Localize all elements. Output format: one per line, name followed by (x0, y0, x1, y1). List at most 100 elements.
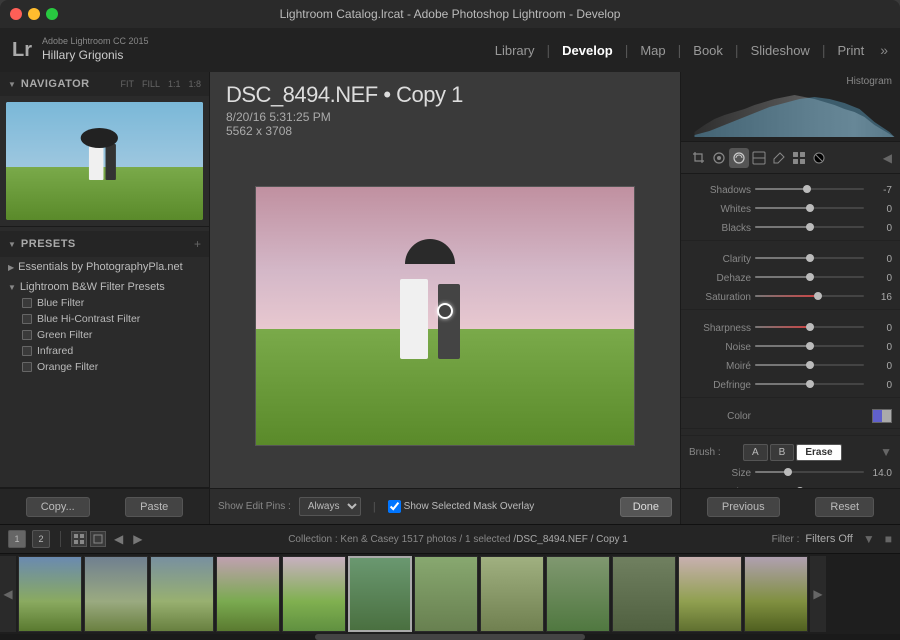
crop-tool-icon[interactable] (689, 148, 709, 168)
navigator-fit[interactable]: FIT (120, 79, 134, 89)
page-1-button[interactable]: 1 (8, 530, 26, 548)
nav-develop[interactable]: Develop (550, 39, 625, 62)
filmstrip-thumb-8[interactable] (480, 556, 544, 632)
brush-b-button[interactable]: B (770, 444, 795, 461)
gradient-tool-icon[interactable] (749, 148, 769, 168)
filmstrip-thumb-12[interactable] (744, 556, 808, 632)
preset-item-infrared[interactable]: Infrared (0, 343, 209, 359)
defringe-label: Defringe (689, 380, 751, 391)
navigator-title: Navigator (21, 78, 121, 90)
navigator-fill[interactable]: FILL (142, 79, 160, 89)
scrollbar-track (0, 634, 900, 640)
preset-item-blue-hi[interactable]: Blue Hi-Contrast Filter (0, 311, 209, 327)
filmstrip-thumb-11[interactable] (678, 556, 742, 632)
filter-arrow-icon[interactable]: ▼ (863, 532, 875, 546)
nav-library[interactable]: Library (483, 39, 547, 62)
color-patch[interactable] (872, 409, 892, 423)
preset-icon-infrared (22, 346, 32, 356)
filmstrip-thumb-1[interactable] (18, 556, 82, 632)
preset-item-blue[interactable]: Blue Filter (0, 295, 209, 311)
image-viewport[interactable] (210, 144, 680, 488)
redeye-tool-icon[interactable] (729, 148, 749, 168)
filmstrip-thumb-9[interactable] (546, 556, 610, 632)
app-name: Adobe Lightroom CC 2015 (42, 36, 149, 48)
preset-group-essentials-header[interactable]: ▶ Essentials by PhotographyPla.net (0, 259, 209, 275)
color-tool-icon[interactable] (789, 148, 809, 168)
whites-slider[interactable] (755, 207, 864, 211)
preset-item-orange[interactable]: Orange Filter (0, 359, 209, 375)
filmstrip-thumb-7[interactable] (414, 556, 478, 632)
clarity-slider[interactable] (755, 257, 864, 261)
filmstrip-next-arrow[interactable]: ▶ (131, 532, 144, 546)
image-info: DSC_8494.NEF • Copy 1 8/20/16 5:31:25 PM… (210, 72, 680, 144)
loupe-view-icon[interactable] (90, 531, 106, 547)
filmstrip-thumb-3[interactable] (150, 556, 214, 632)
filmstrip-thumb-4[interactable] (216, 556, 280, 632)
nav-map[interactable]: Map (628, 39, 677, 62)
none-tool-icon[interactable] (809, 148, 829, 168)
dehaze-slider[interactable] (755, 276, 864, 280)
close-button[interactable] (10, 8, 22, 20)
grid-view-icon[interactable] (71, 531, 87, 547)
clarity-row: Clarity 0 (689, 250, 892, 268)
filmstrip-settings-icon[interactable]: ■ (885, 532, 892, 546)
defringe-row: Defringe 0 (689, 376, 892, 394)
dehaze-value: 0 (868, 273, 892, 284)
spot-heal-icon[interactable] (709, 148, 729, 168)
moire-slider[interactable] (755, 364, 864, 368)
nav-book[interactable]: Book (681, 39, 735, 62)
page-2-button[interactable]: 2 (32, 530, 50, 548)
brush-erase-button[interactable]: Erase (796, 444, 841, 461)
edit-pins-select[interactable]: Always (299, 497, 361, 516)
brush-size-slider[interactable] (755, 471, 864, 475)
maximize-button[interactable] (46, 8, 58, 20)
moire-label: Moiré (689, 361, 751, 372)
preset-icon-blue (22, 298, 32, 308)
reset-button[interactable]: Reset (815, 497, 874, 517)
sharpness-slider[interactable] (755, 326, 864, 330)
noise-slider[interactable] (755, 345, 864, 349)
navigator-1to1[interactable]: 1:1 (168, 79, 181, 89)
show-mask-input[interactable] (388, 500, 401, 513)
show-mask-checkbox[interactable]: Show Selected Mask Overlay (388, 500, 535, 513)
filter-value[interactable]: Filters Off (805, 533, 852, 545)
brush-a-button[interactable]: A (743, 444, 768, 461)
minimize-button[interactable] (28, 8, 40, 20)
filmstrip-thumb-5[interactable] (282, 556, 346, 632)
preset-item-green[interactable]: Green Filter (0, 327, 209, 343)
navigator-thumbnail[interactable] (0, 96, 209, 226)
presets-header[interactable]: ▼ Presets + (0, 231, 209, 257)
filmstrip-thumb-2[interactable] (84, 556, 148, 632)
image-path[interactable]: /DSC_8494.NEF / Copy 1 (513, 534, 628, 545)
defringe-slider[interactable] (755, 383, 864, 387)
sharpness-value: 0 (868, 323, 892, 334)
done-button[interactable]: Done (620, 497, 672, 517)
shadows-slider[interactable] (755, 188, 864, 192)
navigator-ratio[interactable]: 1:8 (188, 79, 201, 89)
filmstrip-left-arrow[interactable]: ◀ (0, 556, 16, 632)
filmstrip-prev-arrow[interactable]: ◀ (112, 532, 125, 546)
presence-adjustments: Clarity 0 Dehaze (681, 247, 900, 310)
saturation-slider[interactable] (755, 295, 864, 299)
nav-print[interactable]: Print (825, 39, 876, 62)
navigator-controls: FIT FILL 1:1 1:8 (120, 79, 201, 89)
image-dimensions: 5562 x 3708 (226, 124, 664, 138)
panel-collapse-icon[interactable]: ◀ (883, 151, 892, 165)
copy-button[interactable]: Copy... (26, 497, 90, 517)
previous-button[interactable]: Previous (707, 497, 780, 517)
nav-slideshow[interactable]: Slideshow (739, 39, 822, 62)
navigator-header[interactable]: ▼ Navigator FIT FILL 1:1 1:8 (0, 72, 209, 96)
brush-options-icon[interactable]: ▼ (880, 445, 892, 459)
brush-tool-icon[interactable] (769, 148, 789, 168)
presets-add-icon[interactable]: + (194, 237, 201, 251)
sharpness-row: Sharpness 0 (689, 319, 892, 337)
filmstrip-thumb-10[interactable] (612, 556, 676, 632)
nav-more[interactable]: » (876, 42, 888, 58)
filmstrip-thumb-6-selected[interactable] (348, 556, 412, 632)
whites-row: Whites 0 (689, 200, 892, 218)
blacks-slider[interactable] (755, 226, 864, 230)
preset-group-bw-header[interactable]: ▼ Lightroom B&W Filter Presets (0, 279, 209, 295)
scrollbar-thumb[interactable] (315, 634, 585, 640)
paste-button[interactable]: Paste (125, 497, 183, 517)
filmstrip-right-arrow[interactable]: ▶ (810, 556, 826, 632)
